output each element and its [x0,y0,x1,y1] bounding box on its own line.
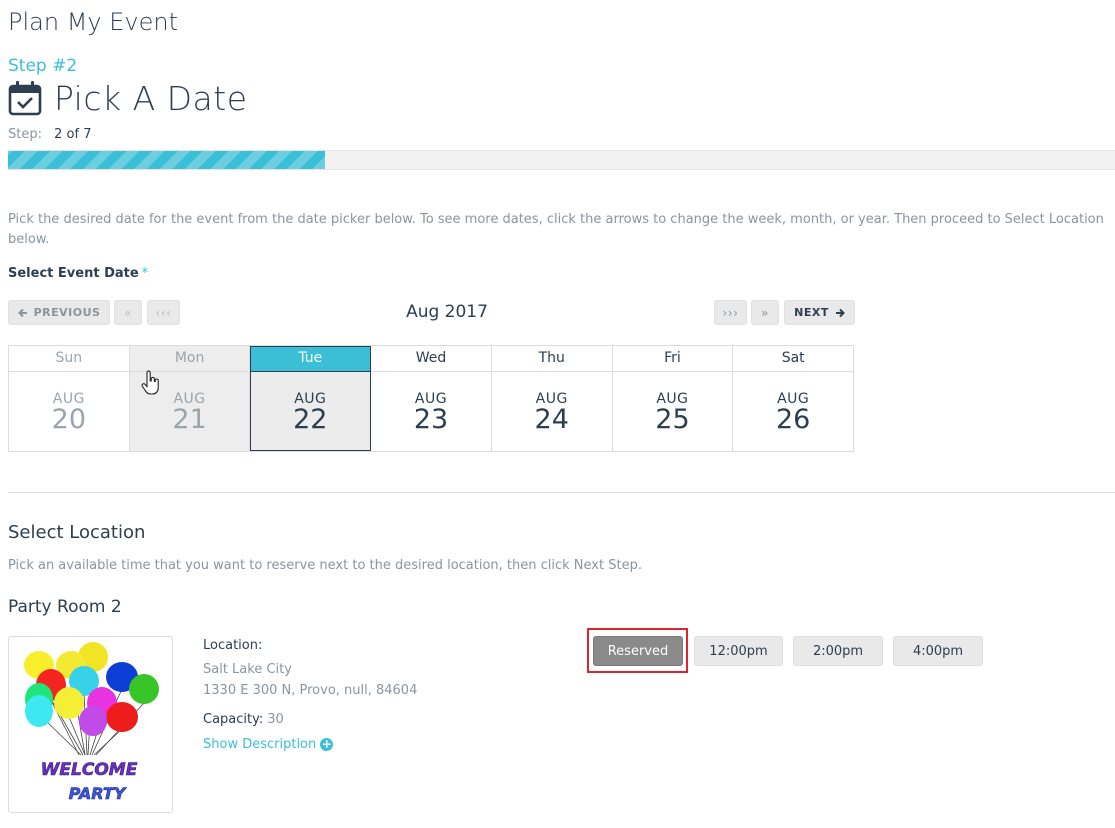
day-cell-fri[interactable]: Fri AUG 25 [612,346,734,451]
next-year-button[interactable]: ››› [714,300,747,325]
month-label: Aug 2017 [406,302,488,322]
day-name: Sat [733,346,854,372]
date-field-label-text: Select Event Date [8,266,139,281]
balloons-image: WELCOME PARTY [24,642,159,803]
day-cell-sun[interactable]: Sun AUG 20 [9,346,130,451]
section-subtitle: Pick an available time that you want to … [8,558,642,573]
capacity-value: 30 [267,712,284,727]
room-name: Party Room 2 [8,597,122,617]
day-number: 23 [413,403,449,435]
time-slot-1200pm[interactable]: 12:00pm [694,636,783,666]
image-text-welcome: WELCOME [41,760,138,780]
day-name: Fri [612,346,733,372]
page-heading: Pick A Date [8,78,248,118]
day-name: Sun [9,346,129,372]
day-cell-sat[interactable]: Sat AUG 26 [733,346,854,451]
next-month-button[interactable]: » [751,300,779,325]
date-field-label: Select Event Date * [8,266,148,281]
arrow-left-icon [17,308,27,317]
time-slot-label: 12:00pm [709,643,768,659]
section-divider [8,492,1115,493]
day-cell-tue[interactable]: Tue AUG 22 [250,346,372,451]
show-description-label: Show Description [203,737,317,752]
step-label: Step: [8,127,42,142]
triple-chevron-right-icon: ››› [722,305,739,320]
location-address: 1330 E 300 N, Provo, null, 84604 [203,683,418,698]
time-slot-reserved[interactable]: Reserved [593,636,683,666]
time-slot-200pm[interactable]: 2:00pm [793,636,883,666]
room-image: WELCOME PARTY [8,636,173,813]
double-chevron-left-icon: « [124,305,132,320]
time-slot-label: Reserved [607,643,669,659]
day-number: 24 [534,403,569,435]
day-number: 20 [51,403,87,435]
arrow-right-icon [835,308,845,317]
day-cell-wed[interactable]: Wed AUG 23 [371,346,492,451]
day-name: Tue [250,346,371,372]
section-title: Select Location [8,522,146,543]
day-name: Wed [371,346,491,372]
plus-circle-icon: + [320,737,334,751]
day-number: 21 [172,403,207,435]
image-text-party: PARTY [69,784,127,803]
location-label: Location: [203,638,263,653]
time-slot-label: 4:00pm [912,643,964,659]
double-chevron-right-icon: » [761,305,769,320]
day-name: Thu [491,346,612,372]
location-city: Salt Lake City [203,662,292,677]
time-slot-label: 2:00pm [812,643,864,659]
calendar-check-icon [8,81,42,116]
next-week-button[interactable]: NEXT [784,300,855,325]
progress-bar [8,150,1115,170]
previous-year-button[interactable]: ‹‹‹ [147,300,180,325]
day-name: Mon [129,346,250,372]
day-number: 26 [775,403,811,435]
step-value: 2 of 7 [54,127,92,142]
step-indicator: Step: 2 of 7 [8,127,91,142]
hand-cursor-icon [141,370,159,395]
capacity-label: Capacity: [203,712,264,727]
date-picker-week: Sun AUG 20 Mon AUG 21 Tue AUG 22 Wed AUG 23 … [8,345,854,452]
progress-bar-fill [8,151,325,169]
day-number: 25 [655,403,690,435]
time-slot-400pm[interactable]: 4:00pm [893,636,983,666]
previous-week-button[interactable]: PREVIOUS [8,300,110,325]
triple-chevron-left-icon: ‹‹‹ [155,305,172,320]
day-cell-thu[interactable]: Thu AUG 24 [491,346,613,451]
next-label: NEXT [794,306,829,319]
day-number: 22 [293,403,328,435]
capacity: Capacity: 30 [203,712,284,727]
instructions-text: Pick the desired date for the event from… [8,212,1104,247]
show-description-link[interactable]: Show Description + [203,737,334,752]
day-cell-mon[interactable]: Mon AUG 21 [129,346,251,451]
app-title: Plan My Event [8,8,178,36]
required-mark: * [141,266,149,281]
step-number: Step #2 [8,56,78,76]
page-title: Pick A Date [54,78,248,118]
previous-label: PREVIOUS [33,306,101,319]
previous-month-button[interactable]: « [114,300,142,325]
